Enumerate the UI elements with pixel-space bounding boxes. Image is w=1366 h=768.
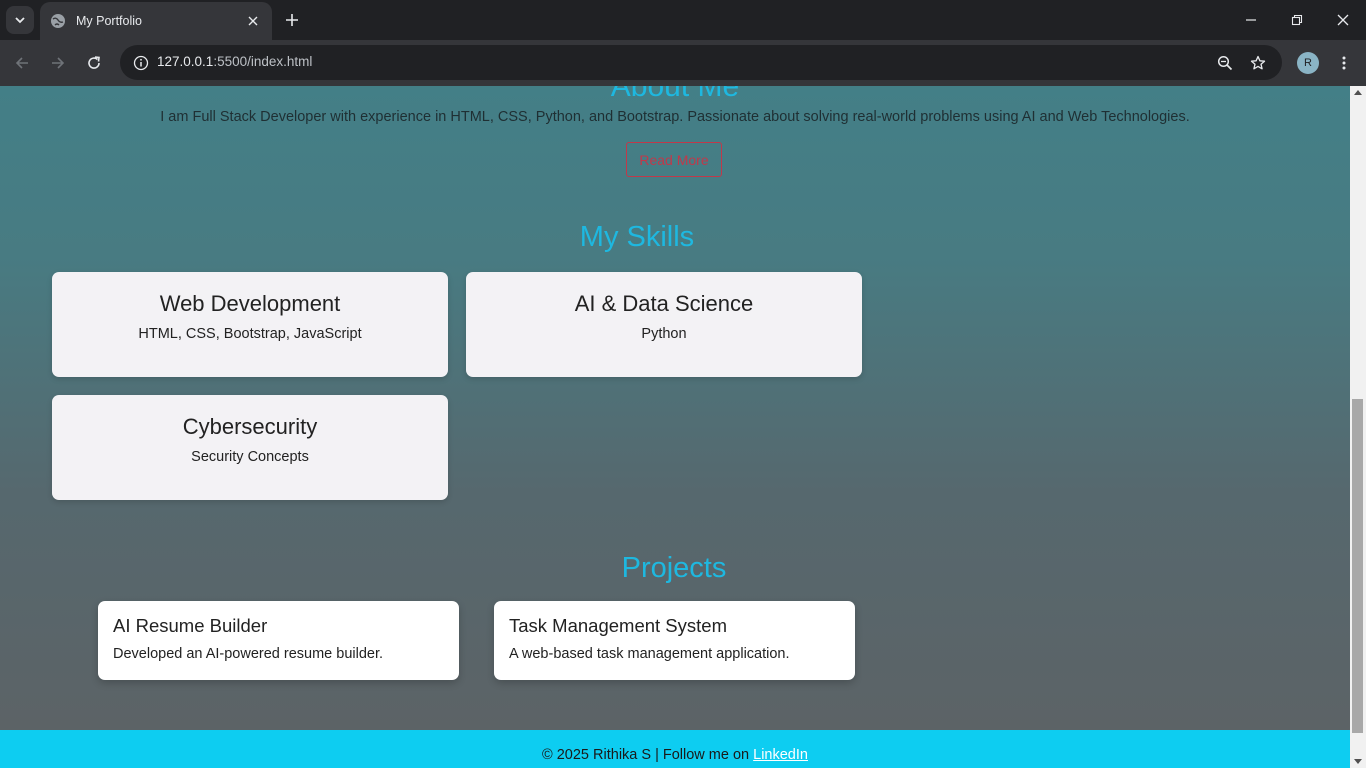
- skill-desc: HTML, CSS, Bootstrap, JavaScript: [138, 326, 362, 342]
- zoom-out-icon: [1217, 55, 1233, 71]
- about-text: I am Full Stack Developer with experienc…: [160, 109, 1190, 125]
- skill-card: Cybersecurity Security Concepts: [52, 395, 448, 500]
- tab-close-button[interactable]: [244, 12, 262, 30]
- bookmark-button[interactable]: [1246, 51, 1270, 75]
- browser-toolbar: 127.0.0.1:5500/index.html R: [0, 40, 1366, 86]
- skills-title: My Skills: [579, 221, 695, 253]
- skill-name: Web Development: [159, 291, 341, 316]
- project-name: Task Management System: [509, 615, 727, 636]
- project-desc: Developed an AI-powered resume builder.: [113, 646, 384, 662]
- scroll-up-arrow-icon[interactable]: [1354, 90, 1362, 95]
- skill-name: AI & Data Science: [574, 291, 754, 316]
- restore-icon: [1291, 14, 1303, 26]
- browser-menu-button[interactable]: [1332, 51, 1356, 75]
- skill-card: Web Development HTML, CSS, Bootstrap, Ja…: [52, 272, 448, 377]
- url-path: :5500/index.html: [213, 54, 313, 69]
- projects-title: Projects: [621, 552, 727, 584]
- about-heading: About Me: [610, 86, 740, 103]
- reload-icon: [88, 56, 100, 69]
- url-text: 127.0.0.1:5500/index.html: [157, 54, 312, 69]
- new-tab-button[interactable]: [280, 8, 304, 32]
- footer-text: © 2025 Rithika S | Follow me on LinkedIn: [542, 747, 808, 763]
- project-desc: A web-based task management application.: [509, 646, 790, 662]
- zoom-button[interactable]: [1213, 51, 1237, 75]
- project-card: Task Management System A web-based task …: [494, 601, 855, 680]
- arrow-right-icon: [52, 57, 65, 69]
- skill-desc: Python: [641, 326, 687, 342]
- close-icon: [1337, 14, 1349, 26]
- reload-button[interactable]: [82, 51, 106, 75]
- forward-button[interactable]: [46, 51, 70, 75]
- linkedin-link[interactable]: LinkedIn: [753, 747, 808, 763]
- close-icon: [248, 16, 258, 26]
- skill-card: AI & Data Science Python: [466, 272, 862, 377]
- skill-name: Cybersecurity: [182, 414, 318, 439]
- minimize-icon: [1246, 19, 1256, 21]
- star-icon: [1250, 55, 1266, 70]
- tab-my-portfolio[interactable]: My Portfolio: [40, 2, 272, 40]
- tab-strip: My Portfolio: [0, 0, 1366, 40]
- address-bar[interactable]: 127.0.0.1:5500/index.html: [120, 45, 1282, 80]
- tab-search-button[interactable]: [6, 6, 34, 34]
- footer-copyright: © 2025 Rithika S | Follow me on: [542, 747, 754, 763]
- info-icon: [133, 55, 149, 71]
- read-more-button[interactable]: Read More: [626, 142, 722, 177]
- more-vertical-icon: [1342, 56, 1346, 70]
- page-scrollbar[interactable]: [1350, 86, 1366, 768]
- back-button[interactable]: [10, 51, 34, 75]
- site-info-button[interactable]: [128, 50, 154, 76]
- profile-avatar[interactable]: R: [1297, 52, 1319, 74]
- page-viewport: About Me I am Full Stack Developer with …: [0, 86, 1350, 768]
- globe-icon: [51, 14, 65, 28]
- minimize-button[interactable]: [1239, 8, 1263, 32]
- tab-title: My Portfolio: [76, 14, 142, 28]
- url-host: 127.0.0.1: [157, 54, 214, 69]
- close-window-button[interactable]: [1331, 8, 1355, 32]
- project-card: AI Resume Builder Developed an AI-powere…: [98, 601, 459, 680]
- skill-desc: Security Concepts: [191, 449, 309, 465]
- restore-button[interactable]: [1285, 8, 1309, 32]
- page-footer: © 2025 Rithika S | Follow me on LinkedIn: [0, 730, 1350, 768]
- scrollbar-thumb[interactable]: [1352, 399, 1363, 733]
- plus-icon: [286, 14, 298, 26]
- project-name: AI Resume Builder: [113, 615, 268, 636]
- chevron-down-icon: [15, 17, 25, 24]
- arrow-left-icon: [15, 57, 28, 69]
- scroll-down-arrow-icon[interactable]: [1354, 759, 1362, 764]
